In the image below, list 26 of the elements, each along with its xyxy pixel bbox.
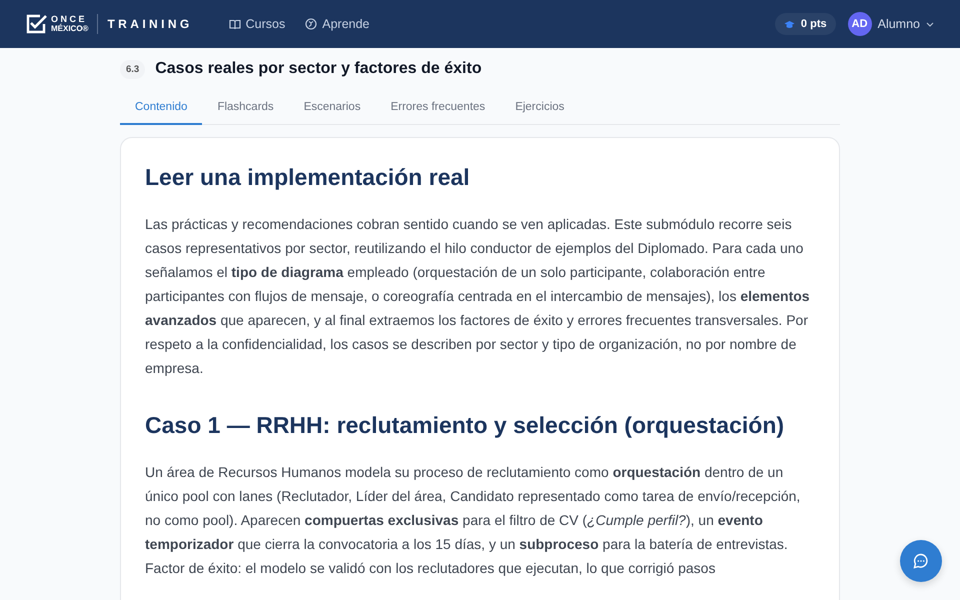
points-badge: 0 pts bbox=[774, 13, 836, 35]
avatar: AD bbox=[848, 12, 872, 36]
nav-link[interactable]: Cursos bbox=[228, 17, 286, 31]
logo-text: ONCE bbox=[51, 15, 88, 24]
logo-text: MÉXICO® bbox=[51, 24, 88, 33]
brand-name: TRAINING bbox=[107, 17, 193, 31]
chat-button[interactable] bbox=[900, 540, 942, 582]
paragraph: Las prácticas y recomendaciones cobran sentido cuando se ven aplicadas. Este submódulo recorre seis casos representativos por sector, reutilizando el hilo conductor de ejemplos del Diplomado. Para cada uno señalamos el tipo de diagrama empleado (orquestación de un solo participante, colaboración entre participantes con flujos de mensaje, o coreografía centrada en el intercambio de mensajes), los elementos avanzados que aparecen, y al final extraemos los factores de éxito y errores frecuentes transversales. Por respeto a la confidencialidad, los casos se describen por sector y tipo de organización, no por nombre de empresa. bbox=[145, 215, 811, 378]
chat-bubble-icon bbox=[913, 553, 929, 569]
graduation-cap-icon bbox=[784, 20, 795, 28]
book-icon bbox=[228, 18, 241, 30]
tab[interactable]: Escenarios bbox=[288, 95, 376, 125]
checkbox-logo-icon bbox=[26, 14, 48, 34]
nav-link[interactable]: Aprende bbox=[305, 17, 370, 31]
paragraph: Un área de Recursos Humanos modela su proceso de reclutamiento como orquestación dentro de un único pool con lanes (Reclutador, Líder del área, Candidato representado como tarea de envío/recepción, no como pool). Aparecen compuertas exclusivas para el filtro de CV (¿Cumple perfil?), un evento temporizador que cierra la convocatoria a los 15 días, y un subproceso para la batería de entrevistas. Factor de éxito: el modelo se validó con los reclutadores que ejecutan, lo que corrigió pasos bbox=[145, 463, 802, 578]
tab[interactable]: Ejercicios bbox=[500, 95, 580, 125]
content-heading: Caso 1 — RRHH: reclutamiento y selección (orquestación) bbox=[145, 411, 786, 440]
content-heading: Leer una implementación real bbox=[145, 163, 471, 192]
tab[interactable]: Contenido bbox=[120, 95, 202, 125]
tab[interactable]: Flashcards bbox=[202, 95, 289, 125]
section-number: 6.3 bbox=[120, 60, 146, 78]
section-title: Casos reales por sector y factores de éxito bbox=[155, 60, 482, 78]
globe-icon bbox=[305, 18, 318, 30]
chevron-down-icon bbox=[926, 22, 934, 26]
tab[interactable]: Errores frecuentes bbox=[376, 95, 500, 125]
user-menu[interactable]: AD Alumno bbox=[848, 12, 934, 36]
